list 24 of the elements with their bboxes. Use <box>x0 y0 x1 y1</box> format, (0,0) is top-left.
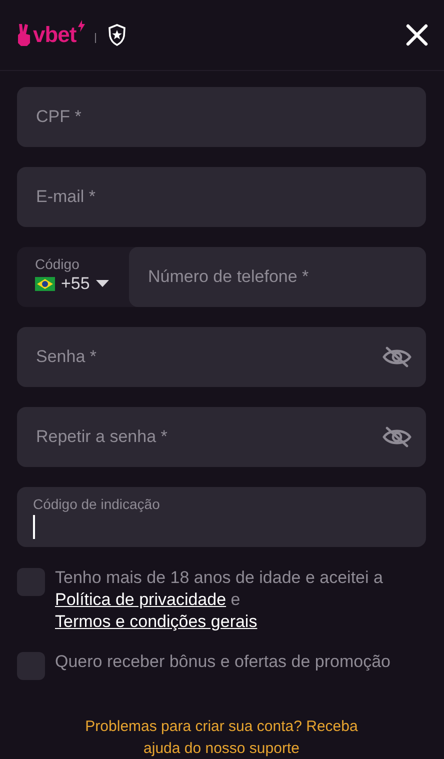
terms-link[interactable]: Política de privacidade <box>55 590 226 609</box>
consent-text: Tenho mais de 18 anos de idade e aceitei a Política de privacidade e Termos e condições gerais <box>55 567 384 633</box>
close-icon <box>406 24 428 46</box>
country-code-selector[interactable]: Código +55 <box>17 247 129 307</box>
password-input-field[interactable]: Senha * <box>17 327 426 387</box>
consent-text: Quero receber bônus e ofertas de promoção <box>55 651 390 673</box>
logo-text: vbet <box>33 24 76 46</box>
password-input-field[interactable]: Repetir a senha * <box>17 407 426 467</box>
terms-link[interactable]: Termos e condições gerais <box>55 612 258 631</box>
support-help-text: Problemas para criar sua conta? Receba ajuda do nosso suporte <box>84 717 359 759</box>
phone-input-field[interactable]: Número de telefone * <box>129 247 426 307</box>
flag-icon <box>35 277 55 291</box>
checkbox[interactable] <box>17 652 45 680</box>
hidden-eye-icon[interactable] <box>382 346 412 368</box>
hand-icon <box>17 24 31 46</box>
bolt-icon <box>78 20 86 32</box>
close-button[interactable] <box>406 24 428 46</box>
text-input-field[interactable]: CPF * <box>17 87 426 147</box>
text-input-field[interactable]: E-mail * <box>17 167 426 227</box>
shield-star-icon <box>108 24 126 46</box>
checkbox[interactable] <box>17 568 45 596</box>
hidden-eye-icon[interactable] <box>382 426 412 448</box>
caret-icon <box>96 280 109 288</box>
referral-code-field[interactable]: Código de indicação <box>17 487 426 547</box>
